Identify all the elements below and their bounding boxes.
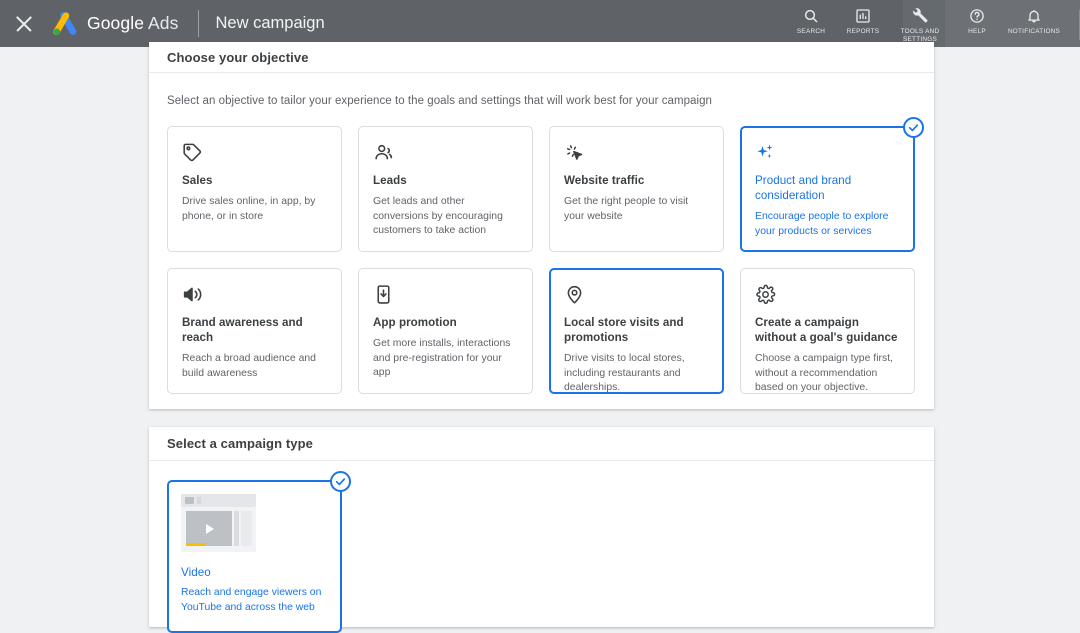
top-action-notifications[interactable]: NOTIFICATIONS: [1003, 6, 1065, 36]
top-action-help[interactable]: HELP: [951, 6, 1003, 36]
megaphone-icon: [182, 284, 327, 306]
top-action-label: TOOLS AND SETTINGS: [900, 28, 940, 43]
objective-card-title: Create a campaign without a goal's guida…: [755, 316, 898, 344]
objective-card-desc: Drive visits to local stores, including …: [564, 353, 685, 393]
objective-card-title: Product and brand consideration: [755, 174, 852, 202]
thumbnail-nav-block: [197, 497, 201, 504]
campaign-type-card-desc: Reach and engage viewers on YouTube and …: [181, 587, 322, 613]
top-action-label: NOTIFICATIONS: [1007, 28, 1061, 35]
objective-card-title: Leads: [373, 174, 407, 187]
selected-check-icon: [330, 471, 351, 492]
brand-ads: Ads: [148, 13, 179, 33]
objective-card-leads[interactable]: Leads Get leads and other conversions by…: [358, 126, 533, 252]
objective-card-desc: Get more installs, interactions and pre-…: [373, 338, 511, 378]
objective-card-title: App promotion: [373, 316, 457, 329]
thumbnail-logo-block: [185, 497, 194, 504]
top-action-tools-and-settings[interactable]: TOOLS AND SETTINGS: [889, 6, 951, 44]
brand-google: Google: [87, 13, 145, 33]
objective-card-brand-awareness-and-reach[interactable]: Brand awareness and reach Reach a broad …: [167, 268, 342, 394]
google-ads-logo: [53, 11, 77, 35]
notifications-icon: [1026, 6, 1042, 25]
objective-subtitle: Select an objective to tailor your exper…: [167, 95, 712, 107]
top-action-label: HELP: [968, 28, 986, 35]
objective-card-website-traffic[interactable]: Website traffic Get the right people to …: [549, 126, 724, 252]
objective-card-desc: Reach a broad audience and build awarene…: [182, 353, 316, 379]
selected-check-icon: [903, 117, 924, 138]
objective-card-desc: Drive sales online, in app, by phone, or…: [182, 196, 316, 222]
objective-card-create-campaign-without-goal-guidance[interactable]: Create a campaign without a goal's guida…: [740, 268, 915, 394]
objective-card-desc: Get the right people to visit your websi…: [564, 196, 689, 222]
campaign-type-panel-header: Select a campaign type: [149, 427, 934, 461]
sparkle-icon: [755, 142, 900, 164]
top-action-reports[interactable]: REPORTS: [837, 6, 889, 36]
objective-card-title: Website traffic: [564, 174, 645, 187]
campaign-type-card-grid: Video Reach and engage viewers on YouTub…: [149, 461, 934, 633]
video-thumbnail-icon: [181, 494, 256, 552]
mobile-download-icon: [373, 284, 518, 306]
objective-card-title: Local store visits and promotions: [564, 316, 684, 344]
objective-card-title: Sales: [182, 174, 213, 187]
top-actions: SEARCH REPORTS TOOLS AND SETTINGS HELP N…: [785, 0, 1080, 47]
objective-card-desc: Get leads and other conversions by encou…: [373, 196, 503, 236]
objective-card-sales[interactable]: Sales Drive sales online, in app, by pho…: [167, 126, 342, 252]
top-action-label: REPORTS: [846, 28, 880, 35]
top-action-search[interactable]: SEARCH: [785, 6, 837, 36]
campaign-type-card-title: Video: [181, 566, 211, 579]
brand-name: Google Ads: [87, 13, 179, 34]
objective-card-local-store-visits-and-promotions[interactable]: Local store visits and promotions Drive …: [549, 268, 724, 394]
search-icon: [803, 6, 819, 25]
choose-objective-panel: Choose your objective Select an objectiv…: [149, 42, 934, 409]
top-bar: Google Ads New campaign SEARCH REPORTS T…: [0, 0, 1080, 47]
tag-icon: [182, 142, 327, 164]
thumbnail-progress-bar: [186, 543, 206, 546]
objective-card-title: Brand awareness and reach: [182, 316, 303, 344]
people-icon: [373, 142, 518, 164]
reports-icon: [855, 6, 871, 25]
page-title: New campaign: [215, 14, 325, 32]
play-icon: [206, 524, 214, 534]
objective-card-product-and-brand-consideration[interactable]: Product and brand consideration Encourag…: [740, 117, 924, 252]
cursor-click-icon: [564, 142, 709, 164]
topbar-divider: [197, 10, 199, 37]
location-pin-icon: [564, 284, 709, 306]
objective-card-grid: Sales Drive sales online, in app, by pho…: [149, 107, 934, 394]
gear-icon: [755, 284, 900, 306]
help-icon: [969, 6, 985, 25]
campaign-type-heading: Select a campaign type: [167, 436, 313, 451]
objective-card-desc: Choose a campaign type first, without a …: [755, 353, 894, 393]
campaign-type-card-video[interactable]: Video Reach and engage viewers on YouTub…: [167, 471, 351, 633]
thumbnail-sidebar-b: [241, 511, 252, 546]
select-campaign-type-panel: Select a campaign type Video Reach and e…: [149, 427, 934, 633]
objective-card-app-promotion[interactable]: App promotion Get more installs, interac…: [358, 268, 533, 394]
top-action-label: SEARCH: [796, 28, 826, 35]
thumbnail-video-player: [186, 511, 232, 546]
objective-card-desc: Encourage people to explore your product…: [755, 211, 889, 237]
close-icon[interactable]: [13, 13, 35, 35]
thumbnail-sidebar-a: [234, 511, 239, 546]
objective-heading: Choose your objective: [167, 49, 309, 65]
tools-and-settings-icon: [912, 6, 929, 25]
